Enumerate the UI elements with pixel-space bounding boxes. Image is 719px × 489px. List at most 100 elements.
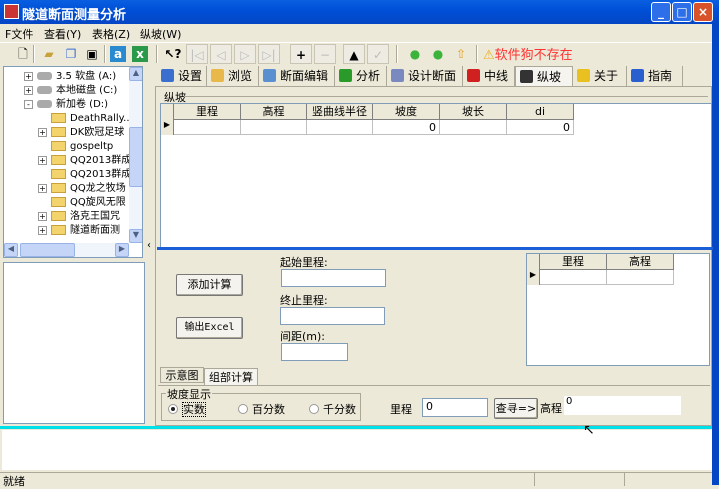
expand-toggle-icon[interactable]: +: [38, 156, 47, 165]
start-mileage-input[interactable]: [281, 269, 386, 287]
tree-item[interactable]: + 洛克王国咒: [38, 210, 120, 223]
close-button[interactable]: ×: [693, 2, 713, 22]
grid-cell[interactable]: 0: [373, 120, 440, 135]
add-calc-button[interactable]: 添加计算: [176, 274, 243, 296]
grid-cell[interactable]: [440, 120, 507, 135]
column-header[interactable]: 高程: [241, 104, 307, 120]
tab-5[interactable]: 中线: [463, 66, 515, 86]
next-record-icon[interactable]: ▷: [234, 44, 256, 64]
drive-icon: [37, 100, 52, 108]
tree-item[interactable]: QQ旋风无限: [38, 196, 126, 209]
tree-item[interactable]: DeathRally...: [38, 112, 133, 125]
expand-toggle-icon[interactable]: +: [38, 226, 47, 235]
mileage-input[interactable]: 0: [422, 398, 488, 417]
folder-tree[interactable]: +3.5 软盘 (A:) + 本地磁盘 (C:) - 新加卷 (D:) DeathRall…: [3, 66, 143, 258]
grid-cell[interactable]: [540, 270, 607, 285]
minimize-button[interactable]: _: [651, 2, 671, 22]
expand-toggle-icon[interactable]: -: [24, 100, 33, 109]
output-divider[interactable]: [0, 426, 712, 429]
output-panel[interactable]: [2, 430, 712, 470]
row-indicator-icon[interactable]: ▶: [527, 270, 540, 285]
tab-1[interactable]: 浏览: [207, 66, 259, 86]
expand-toggle-icon[interactable]: +: [24, 86, 33, 95]
radio-percent[interactable]: 百分数: [238, 401, 285, 417]
menu-file[interactable]: F文件: [5, 26, 33, 42]
open-icon[interactable]: ▰: [38, 44, 60, 64]
interval-input[interactable]: [281, 343, 348, 361]
column-header[interactable]: di: [507, 104, 574, 120]
grid-cell[interactable]: [607, 270, 674, 285]
tree-item[interactable]: gospeltp: [38, 140, 113, 153]
up-icon[interactable]: ▲: [343, 44, 365, 64]
radio-real[interactable]: 实数: [168, 401, 206, 417]
menu-table[interactable]: 表格(Z): [92, 26, 130, 42]
a-icon[interactable]: a: [110, 46, 126, 62]
delete-record-icon[interactable]: −: [314, 44, 336, 64]
maximize-button[interactable]: □: [672, 2, 692, 22]
tree-item[interactable]: + DK欧冠足球: [38, 126, 124, 139]
column-header[interactable]: 坡长: [440, 104, 507, 120]
menu-slope[interactable]: 纵坡(W): [140, 26, 181, 42]
tab-3[interactable]: 分析: [335, 66, 387, 86]
tree-item[interactable]: QQ2013群成: [38, 168, 131, 181]
grid-cell[interactable]: 0: [507, 120, 574, 135]
new-icon[interactable]: 🗋: [12, 44, 34, 64]
add-record-icon[interactable]: +: [290, 44, 312, 64]
tab-0[interactable]: 设置: [157, 66, 207, 86]
tab-8[interactable]: 指南: [627, 66, 683, 86]
header-corner: [527, 254, 540, 270]
whats-this-icon[interactable]: ↖?: [162, 44, 184, 64]
green-circle-icon[interactable]: ●: [404, 44, 426, 64]
radio-permille[interactable]: 千分数: [309, 401, 356, 417]
column-header[interactable]: 竖曲线半径: [307, 104, 373, 120]
tree-item[interactable]: + 本地磁盘 (C:): [24, 84, 117, 97]
grid-cell[interactable]: [241, 120, 307, 135]
save-icon[interactable]: ▣: [81, 44, 103, 64]
tree-item[interactable]: + QQ2013群成: [38, 154, 131, 167]
last-record-icon[interactable]: ▷|: [258, 44, 280, 64]
grid-cell[interactable]: [174, 120, 241, 135]
expand-toggle-icon[interactable]: +: [38, 128, 47, 137]
export-excel-button[interactable]: 输出Excel: [176, 317, 243, 339]
tree-item[interactable]: - 新加卷 (D:): [24, 98, 108, 111]
tab-7[interactable]: 关于: [573, 66, 627, 86]
column-header[interactable]: 坡度: [373, 104, 440, 120]
grid-cell[interactable]: [307, 120, 373, 135]
windows-icon[interactable]: ❐: [60, 44, 82, 64]
tree-item[interactable]: + 隧道断面测: [38, 224, 120, 237]
expand-toggle-icon[interactable]: +: [38, 212, 47, 221]
edit-record-icon[interactable]: ✓: [367, 44, 389, 64]
tree-horizontal-scrollbar[interactable]: ◀ ▶: [4, 243, 129, 257]
tree-item[interactable]: + QQ龙之牧场: [38, 182, 126, 195]
up-arrow-icon[interactable]: ⇧: [450, 44, 472, 64]
column-header[interactable]: 里程: [540, 254, 607, 270]
search-button[interactable]: 查寻=>: [494, 398, 538, 419]
tab-4[interactable]: 设计断面: [387, 66, 463, 86]
slope-grid[interactable]: 里程 高程 竖曲线半径 坡度 坡长 di ▶ 0 0: [160, 103, 712, 248]
radio-label: 千分数: [323, 403, 356, 416]
result-grid[interactable]: 里程 高程 ▶: [526, 253, 710, 366]
tab-icon: [161, 69, 174, 82]
tree-vertical-scrollbar[interactable]: ▲ ▼: [129, 67, 142, 243]
splitter-collapse-arrow[interactable]: ‹: [147, 240, 151, 251]
window-title: 隧道断面测量分析: [22, 8, 127, 23]
expand-toggle-icon[interactable]: +: [38, 184, 47, 193]
tab-2[interactable]: 断面编辑: [259, 66, 335, 86]
first-record-icon[interactable]: |◁: [186, 44, 208, 64]
prev-record-icon[interactable]: ◁: [210, 44, 232, 64]
subtab-calc[interactable]: 组部计算: [204, 368, 258, 386]
column-header[interactable]: 高程: [607, 254, 674, 270]
expand-toggle-icon[interactable]: +: [24, 72, 33, 81]
tree-item[interactable]: +3.5 软盘 (A:): [24, 70, 116, 83]
menu-view[interactable]: 查看(Y): [44, 26, 81, 42]
excel-icon[interactable]: x: [132, 46, 148, 62]
slope-tab-panel: 纵坡 里程 高程 竖曲线半径 坡度 坡长 di ▶ 0 0 添加计算 输出Excel 起始里程:…: [155, 86, 713, 426]
column-header[interactable]: 里程: [174, 104, 241, 120]
row-indicator-icon[interactable]: ▶: [161, 120, 174, 135]
subtab-diagram[interactable]: 示意图: [160, 367, 204, 383]
file-list-panel[interactable]: [3, 262, 145, 424]
panel-divider[interactable]: [157, 247, 713, 250]
green-refresh-icon[interactable]: ●: [427, 44, 449, 64]
tab-6[interactable]: 纵坡: [515, 66, 573, 86]
end-mileage-input[interactable]: [280, 307, 385, 325]
